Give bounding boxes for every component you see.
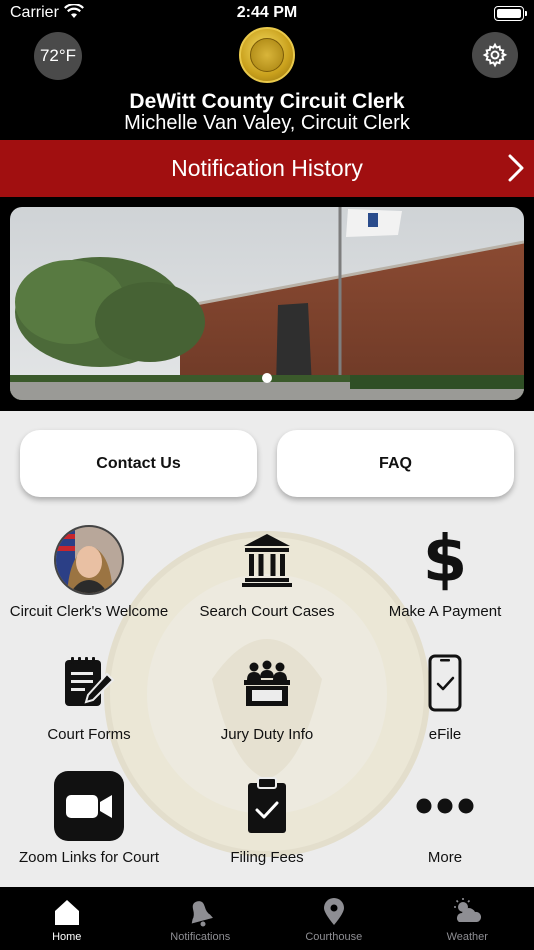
tab-label: Courthouse [305,931,363,943]
tab-weather[interactable]: Weather [401,887,534,950]
jury-box-icon [242,646,292,720]
tab-label: Weather [446,931,488,943]
tile-filing-fees[interactable]: Filing Fees [178,769,356,887]
tab-label: Home [52,931,82,943]
notification-history-button[interactable]: Notification History [0,140,534,197]
clerk-avatar [53,523,125,597]
form-edit-icon [63,646,115,720]
notification-history-label: Notification History [171,155,363,181]
page-title: DeWitt County Circuit Clerk [129,90,405,113]
tile-court-forms[interactable]: Court Forms [0,646,178,766]
tile-circuit-clerk-welcome[interactable]: Circuit Clerk's Welcome [0,523,178,643]
tile-search-court-cases[interactable]: Search Court Cases [178,523,356,643]
dollar-icon: $ [422,523,468,597]
clock: 2:44 PM [236,4,298,21]
tab-courthouse[interactable]: Courthouse [267,887,401,950]
tile-more[interactable]: More [356,769,534,887]
carousel-page-dot[interactable] [262,373,272,383]
clipboard-check-icon [246,769,288,843]
tile-label: Jury Duty Info [220,726,314,743]
tile-label: Search Court Cases [199,603,335,620]
battery-icon [494,6,527,21]
phone-check-icon [428,646,462,720]
settings-button[interactable] [472,32,518,78]
home-icon [54,900,79,925]
tab-label: Notifications [170,931,231,943]
tile-label: More [427,849,463,866]
more-dots-icon [416,769,474,843]
tile-make-a-payment[interactable]: $ Make A Payment [356,523,534,643]
tab-home[interactable]: Home [0,887,134,950]
tab-notifications[interactable]: Notifications [134,887,268,950]
bell-icon [191,901,214,927]
tile-label: Filing Fees [230,849,304,866]
county-seal-logo [239,27,295,83]
page-subtitle: Michelle Van Valey, Circuit Clerk [124,112,410,134]
tile-jury-duty-info[interactable]: Jury Duty Info [178,646,356,766]
courthouse-icon [242,523,292,597]
chevron-right-icon [508,154,524,182]
weather-icon [454,898,482,922]
tab-bar: Home Notifications Courthouse Weather [0,887,534,950]
courthouse-photo [10,207,524,400]
tile-label: eFile [428,726,462,743]
video-camera-icon [54,769,124,843]
photo-carousel[interactable] [0,197,534,411]
temperature-button[interactable]: 72°F [34,32,82,80]
main-content: Contact Us FAQ Circuit Clerk's Welcome S… [0,411,534,887]
status-bar: Carrier 2:44 PM [0,0,534,28]
location-pin-icon [323,898,344,925]
tile-efile[interactable]: eFile [356,646,534,766]
app-header: 72°F DeWitt County Circuit Clerk Michell… [0,27,534,140]
faq-button[interactable]: FAQ [277,430,514,497]
tile-label: Zoom Links for Court [18,849,160,866]
gear-icon [482,42,508,68]
tile-zoom-links[interactable]: Zoom Links for Court [0,769,178,887]
contact-us-button[interactable]: Contact Us [20,430,257,497]
tile-label: Make A Payment [388,603,502,620]
tile-label: Court Forms [47,726,131,743]
tile-label: Circuit Clerk's Welcome [9,603,169,620]
